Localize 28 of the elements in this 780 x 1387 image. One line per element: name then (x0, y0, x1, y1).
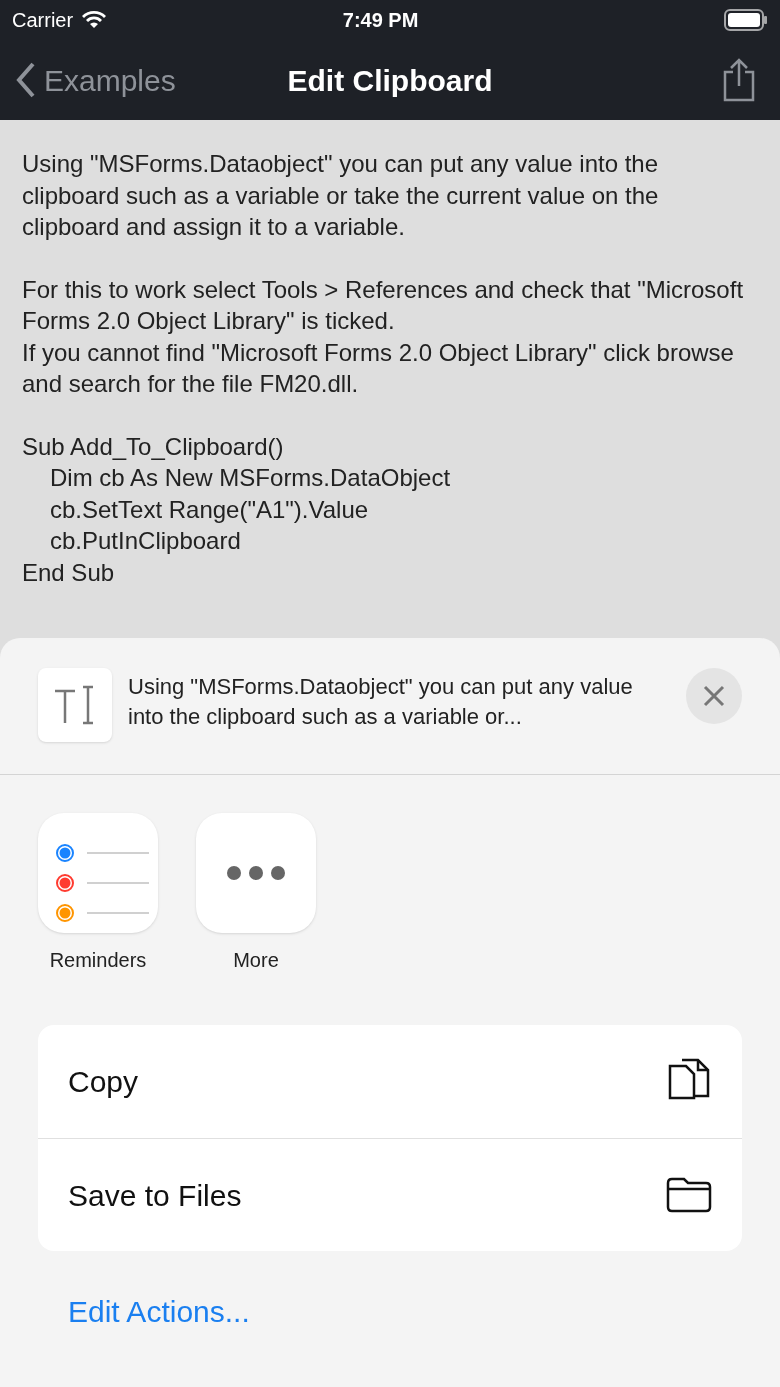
code-line: Sub Add_To_Clipboard() (22, 431, 285, 462)
chevron-left-icon (16, 62, 36, 98)
battery-icon (724, 9, 768, 31)
back-button[interactable]: Examples (16, 57, 176, 103)
code-line: End Sub (22, 557, 116, 588)
preview-text: Using "MSForms.Dataobject" you can put any value into the clipboard such as a variable or... (128, 673, 634, 731)
edit-actions-link[interactable]: Edit Actions... (68, 1289, 712, 1334)
action-row[interactable]: Save to Files (38, 1138, 742, 1251)
folder-icon (666, 1177, 712, 1213)
carrier-label: Carrier (12, 8, 74, 33)
app-tile[interactable] (38, 813, 158, 933)
close-button[interactable] (686, 668, 742, 724)
ellipsis-icon (226, 865, 286, 881)
code-line: cb.PutInClipboard (49, 526, 242, 556)
wifi-icon (81, 10, 108, 30)
code-line: Dim cb As New MSForms.DataObject (49, 463, 452, 493)
close-icon (702, 684, 726, 708)
description-paragraph: Using "MSForms.Dataobject" you can put any value into the clipboard such as a variable or take the current value on the clipboard and assign it to a variable. (22, 149, 660, 242)
app-label: More (233, 948, 279, 973)
action-row[interactable]: Copy (38, 1025, 742, 1138)
app-tile[interactable] (196, 813, 316, 933)
screen-title: Edit Clipboard (287, 62, 493, 99)
code-line: cb.SetText Range("A1").Value (49, 494, 370, 525)
share-icon[interactable] (722, 58, 756, 102)
app-label: Reminders (49, 948, 147, 973)
description-paragraph: For this to work select Tools > References and check that "Microsoft Forms 2.0 Object Library" is ticked. If you cannot find "Microsoft Forms 2.0 Object Library" click browse and search for the file FM20.dll. (22, 274, 745, 399)
clock: 7:49 PM (341, 8, 420, 33)
text-cursor-icon (38, 668, 112, 742)
